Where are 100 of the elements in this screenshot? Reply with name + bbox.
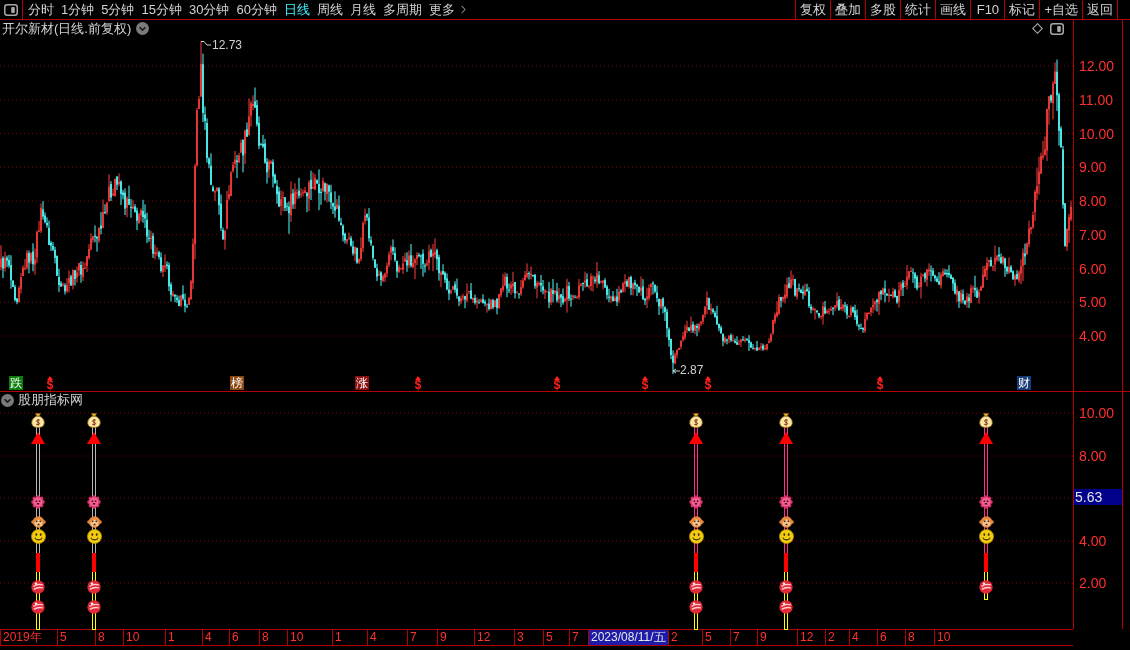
toolbar-button[interactable]: F10 — [970, 0, 1005, 19]
indicator-axis-label: 2.00 — [1079, 575, 1107, 591]
diamond-icon[interactable] — [1032, 23, 1043, 34]
period-tab[interactable]: 60分钟 — [236, 0, 277, 19]
date-axis-label: 10 — [123, 630, 165, 645]
date-axis-label: 7 — [730, 630, 757, 645]
triangle-icon — [642, 376, 648, 380]
price-axis-label: 4.00 — [1079, 328, 1107, 344]
ball-icon — [979, 580, 993, 594]
low-price-label: 2.87 — [680, 364, 704, 376]
price-axis-label: 8.00 — [1079, 193, 1107, 209]
price-axis-label: 5.00 — [1079, 294, 1107, 311]
date-axis-label: 5 — [543, 630, 569, 645]
period-tab[interactable]: 月线 — [349, 0, 376, 19]
toolbar-button[interactable]: 多股 — [865, 0, 901, 19]
flower-face-icon — [87, 495, 101, 509]
up-arrow-icon — [31, 432, 45, 444]
event-tag: 跌 — [9, 376, 23, 390]
date-axis-label: 8 — [259, 630, 287, 645]
price-axis-label: 10.00 — [1079, 125, 1115, 142]
date-axis-label: 7 — [407, 630, 437, 645]
toolbar-button[interactable]: 返回 — [1082, 0, 1117, 19]
more-button[interactable]: 更多 — [428, 0, 470, 19]
date-axis-label: 6 — [229, 630, 259, 645]
date-axis-label: 9 — [757, 630, 797, 645]
price-axis-label: 9.00 — [1079, 159, 1107, 176]
triangle-icon — [705, 376, 711, 380]
date-axis-label: 2 — [668, 630, 702, 645]
date-axis-label: 5 — [57, 630, 95, 645]
indicator-axis-label: 8.00 — [1079, 448, 1107, 464]
triangle-icon — [554, 376, 560, 380]
price-axis-label: 6.00 — [1079, 260, 1107, 277]
toolbar-button[interactable]: +自选 — [1039, 0, 1082, 19]
flower-face-icon — [779, 495, 793, 509]
flower-face-icon — [31, 495, 45, 509]
period-tab[interactable]: 15分钟 — [141, 0, 182, 19]
toolbar-button[interactable]: 复权 — [795, 0, 831, 19]
flower-face-icon — [689, 495, 703, 509]
triangle-icon — [415, 376, 421, 380]
indicator-title: 股朋指标网 — [18, 392, 83, 408]
up-arrow-icon — [689, 432, 703, 444]
toolbar-button[interactable]: 画线 — [935, 0, 971, 19]
ball-icon — [779, 600, 793, 614]
date-axis-label: 5 — [702, 630, 730, 645]
ball-icon — [689, 580, 703, 594]
date-axis-label: 8 — [95, 630, 123, 645]
ball-icon — [31, 600, 45, 614]
smiley-face-icon — [978, 529, 994, 544]
money-bag-icon — [689, 413, 703, 428]
monkey-face-icon — [30, 515, 46, 529]
indicator-axis-label: 10.00 — [1079, 405, 1115, 421]
ball-icon — [87, 600, 101, 614]
period-tab[interactable]: 5分钟 — [101, 0, 135, 19]
date-axis-label: 2019年 — [0, 630, 57, 645]
date-axis-label: 2 — [825, 630, 849, 645]
up-arrow-icon — [979, 432, 993, 444]
event-tag: 财 — [1017, 376, 1031, 390]
chevron-down-icon[interactable] — [1, 393, 14, 407]
toolbar-button[interactable]: 统计 — [900, 0, 936, 19]
date-axis-label: 3 — [514, 630, 543, 645]
date-axis-label: 12 — [797, 630, 825, 645]
current-value-label: 5.63 — [1074, 489, 1122, 505]
date-axis-label: 8 — [905, 630, 934, 645]
price-axis-label: 7.00 — [1079, 226, 1107, 243]
event-tag: 榜 — [230, 376, 244, 390]
toolbar-button[interactable]: 标记 — [1004, 0, 1040, 19]
monkey-face-icon — [778, 515, 794, 529]
date-axis-label: 12 — [474, 630, 514, 645]
date-axis-label: 4 — [849, 630, 877, 645]
period-tab[interactable]: 1分钟 — [61, 0, 95, 19]
price-axis-label: 11.00 — [1079, 91, 1113, 108]
panel-toggle-icon[interactable] — [1050, 22, 1064, 35]
date-axis-label: 2023/08/11/五 — [588, 630, 668, 645]
ball-icon — [31, 580, 45, 594]
period-tab[interactable]: 周线 — [316, 0, 343, 19]
triangle-icon — [47, 376, 53, 380]
panel-toggle-icon[interactable] — [4, 3, 18, 16]
date-axis-label: 4 — [202, 630, 229, 645]
period-tab[interactable]: 分时 — [28, 0, 54, 19]
period-tab[interactable]: 日线 — [283, 0, 310, 19]
smiley-face-icon — [778, 529, 794, 544]
period-tab[interactable]: 多周期 — [382, 0, 422, 19]
period-tab[interactable]: 30分钟 — [188, 0, 230, 19]
monkey-face-icon — [688, 515, 704, 529]
price-axis-label: 12.00 — [1079, 58, 1115, 74]
dollar-mark: $ — [876, 380, 884, 391]
date-axis-label: 10 — [934, 630, 1073, 645]
dollar-mark: $ — [704, 380, 712, 391]
toolbar-button[interactable]: 叠加 — [830, 0, 866, 19]
dollar-mark: $ — [414, 380, 422, 391]
dollar-mark: $ — [641, 380, 649, 391]
dollar-mark: $ — [46, 380, 54, 391]
smiley-face-icon — [86, 529, 102, 544]
up-arrow-icon — [779, 432, 793, 444]
money-bag-icon — [31, 413, 45, 428]
chevron-down-icon[interactable] — [136, 22, 150, 35]
money-bag-icon — [979, 413, 993, 428]
flower-face-icon — [979, 495, 993, 509]
monkey-face-icon — [86, 515, 102, 529]
smiley-face-icon — [30, 529, 46, 544]
